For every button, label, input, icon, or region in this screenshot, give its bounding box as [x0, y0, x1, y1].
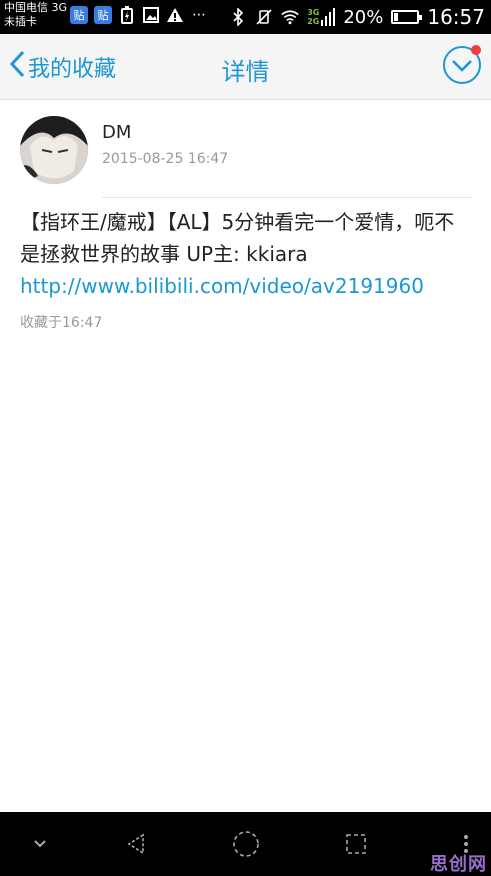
- battery-percent: 20%: [343, 6, 384, 28]
- notification-icons: 贴 贴 ⋯: [70, 6, 208, 24]
- recents-square-icon: [346, 834, 366, 854]
- chevron-down-icon: [34, 840, 46, 848]
- avatar[interactable]: [20, 116, 88, 184]
- tieba-notification-icon-2: 贴: [94, 6, 112, 24]
- tieba-notification-icon: 贴: [70, 6, 88, 24]
- bluetooth-icon: [229, 8, 247, 26]
- notification-dot: [471, 45, 481, 55]
- favorited-time: 收藏于16:47: [20, 315, 103, 331]
- hide-nav-button[interactable]: [26, 832, 54, 856]
- image-icon: [142, 6, 160, 24]
- author-name[interactable]: DM: [102, 122, 131, 143]
- post-body: 【指环王/魔戒】【AL】5分钟看完一个爱情，呃不是拯救世界的故事 UP主: kk…: [20, 206, 470, 302]
- divider: [102, 197, 472, 198]
- status-right: 3G 2G 20% 16:57: [229, 0, 485, 34]
- battery-fill: [394, 13, 399, 21]
- warning-icon: [166, 6, 184, 24]
- check-icon: [452, 60, 472, 72]
- post-link[interactable]: http://www.bilibili.com/video/av2191960: [20, 274, 424, 298]
- vibrate-off-icon: [255, 8, 273, 26]
- back-nav-button[interactable]: [122, 832, 150, 856]
- sim-status: 未插卡: [4, 15, 37, 28]
- carrier-name: 中国电信 3G: [4, 1, 68, 14]
- post-text: 【指环王/魔戒】【AL】5分钟看完一个爱情，呃不是拯救世界的故事 UP主: kk…: [20, 210, 455, 266]
- network-2g-label: 2G: [307, 17, 320, 26]
- clock: 16:57: [427, 5, 485, 29]
- home-nav-button[interactable]: [230, 831, 262, 857]
- post-date: 2015-08-25 16:47: [102, 151, 229, 167]
- carrier-info: 中国电信 3G 未插卡: [4, 1, 67, 29]
- home-circle-icon: [233, 831, 259, 857]
- network-3g-label: 3G: [307, 8, 320, 17]
- more-notifications-icon: ⋯: [192, 7, 206, 23]
- app-header: 我的收藏 详情: [0, 34, 491, 100]
- signal-icon: [321, 8, 336, 26]
- wifi-icon: [281, 8, 299, 26]
- network-type: 3G 2G: [307, 8, 336, 26]
- page-title: 详情: [221, 58, 270, 86]
- battery-saver-icon: [118, 6, 136, 24]
- recents-nav-button[interactable]: [342, 832, 370, 856]
- back-triangle-icon: [127, 833, 144, 855]
- status-bar: 中国电信 3G 未插卡 贴 贴 ⋯ 3G 2G 20% 16:57: [0, 0, 491, 34]
- watermark: 思创网: [430, 854, 487, 875]
- battery-icon: [391, 10, 423, 24]
- navigation-bar: [0, 812, 491, 876]
- confirm-button[interactable]: [443, 45, 481, 84]
